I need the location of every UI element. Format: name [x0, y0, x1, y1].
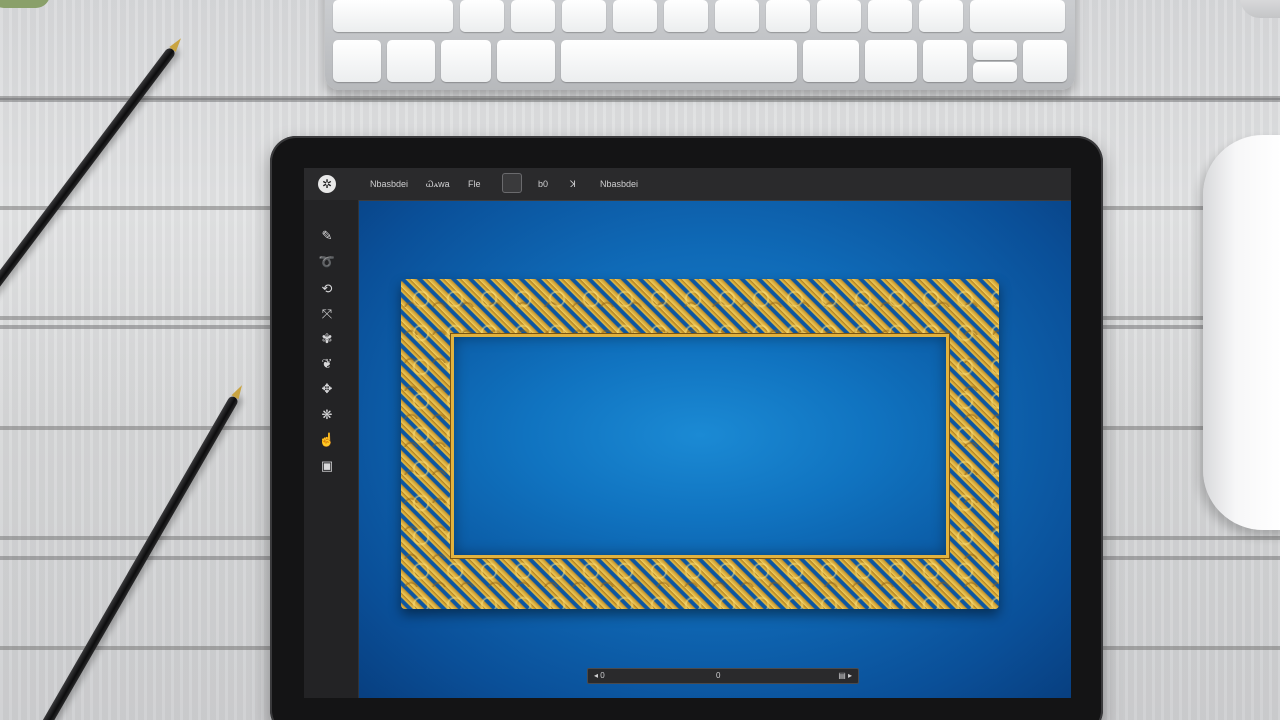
keyboard-key — [511, 0, 555, 32]
white-mouse — [1203, 135, 1280, 530]
tool-sidebar: ✎ ➰ ⟲ ⤧ ✾ ❦ ✥ ❋ ☝ ▣ — [304, 200, 359, 698]
keyboard-key — [766, 0, 810, 32]
brush-tool-icon[interactable]: ✥ — [318, 380, 336, 398]
bottom-status-bar: ◂ 0 0 ▤ ▸ — [587, 668, 859, 684]
keyboard-key — [865, 40, 917, 82]
filter-tool-icon[interactable]: ❋ — [318, 406, 336, 424]
prev-page-button[interactable]: ◂ 0 — [594, 669, 605, 683]
node-tool-icon[interactable]: ⤧ — [318, 305, 336, 323]
keyboard-key — [460, 0, 504, 32]
keyboard-key — [919, 0, 963, 32]
menu-item-2[interactable]: Ꮗꭺwa — [426, 176, 450, 192]
hand-tool-icon[interactable]: ☝ — [318, 431, 336, 449]
keyboard-key — [973, 40, 1017, 60]
keyboard-key — [970, 0, 1065, 32]
keyboard-key — [441, 40, 491, 82]
pen-tool-icon[interactable]: ✎ — [318, 227, 336, 245]
layer-tool-icon[interactable]: ▣ — [318, 457, 336, 475]
pen-tip — [231, 383, 246, 400]
menu-item-6[interactable]: Nbasbdei — [600, 176, 638, 192]
keyboard-key — [333, 40, 381, 82]
keyboard-key — [613, 0, 657, 32]
plant-pot-edge — [0, 0, 50, 8]
design-canvas[interactable]: ◂ 0 0 ▤ ▸ — [359, 201, 1071, 698]
menu-item-3[interactable]: Fle — [468, 176, 481, 192]
transform-tool-icon[interactable]: ⟲ — [318, 280, 336, 298]
keyboard-key — [1023, 40, 1067, 82]
tablet-device: ✲ Nbasbdei Ꮗꭺwa Fle b0 ꓘ Nbasbdei ✎ ➰ ⟲ … — [270, 136, 1103, 720]
desk-scene: ✲ Nbasbdei Ꮗꭺwa Fle b0 ꓘ Nbasbdei ✎ ➰ ⟲ … — [0, 0, 1280, 720]
tablet-screen: ✲ Nbasbdei Ꮗꭺwa Fle b0 ꓘ Nbasbdei ✎ ➰ ⟲ … — [304, 168, 1071, 698]
keyboard-key — [868, 0, 912, 32]
ornate-gold-frame[interactable] — [401, 279, 999, 609]
plank-seam — [0, 98, 1280, 102]
shape-tool-icon[interactable]: ❦ — [318, 355, 336, 373]
keyboard — [325, 0, 1075, 90]
frame-inner-panel — [451, 334, 949, 558]
pattern-tool-icon[interactable]: ✾ — [318, 330, 336, 348]
keyboard-key — [715, 0, 759, 32]
keyboard-key — [333, 0, 453, 32]
lasso-tool-icon[interactable]: ➰ — [318, 253, 336, 271]
keyboard-key — [803, 40, 859, 82]
keyboard-key — [497, 40, 555, 82]
keyboard-key — [923, 40, 967, 82]
top-menu-bar: ✲ Nbasbdei Ꮗꭺwa Fle b0 ꓘ Nbasbdei — [304, 168, 1071, 201]
menu-item-1[interactable]: Nbasbdei — [370, 176, 408, 192]
app-logo-icon: ✲ — [318, 175, 336, 193]
keyboard-key — [664, 0, 708, 32]
keyboard-key — [973, 62, 1017, 82]
next-page-button[interactable]: ▤ ▸ — [838, 669, 852, 683]
pen-tip — [169, 35, 185, 52]
keyboard-spacebar — [561, 40, 797, 82]
cup-edge — [1240, 0, 1280, 18]
page-indicator: 0 — [716, 671, 721, 680]
menu-item-5[interactable]: ꓘ — [570, 176, 576, 192]
keyboard-key — [562, 0, 606, 32]
color-swatch-button[interactable] — [502, 173, 522, 193]
keyboard-key — [817, 0, 861, 32]
menu-item-4[interactable]: b0 — [538, 176, 548, 192]
black-pen-top — [0, 35, 185, 309]
keyboard-key — [387, 40, 435, 82]
